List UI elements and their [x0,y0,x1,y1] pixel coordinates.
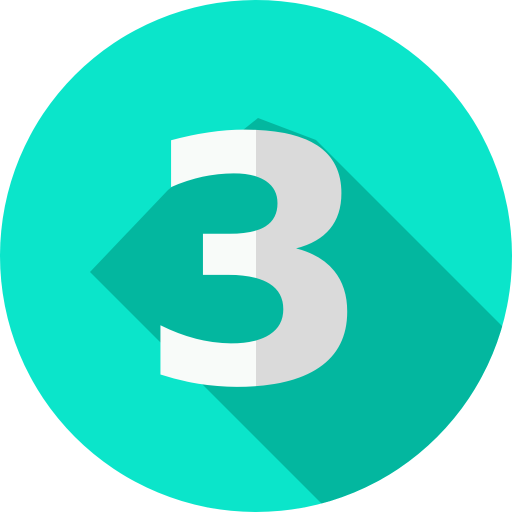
number-three-badge: 3 3 [0,0,512,512]
number-three-badge-graphic: 3 3 [0,0,512,512]
